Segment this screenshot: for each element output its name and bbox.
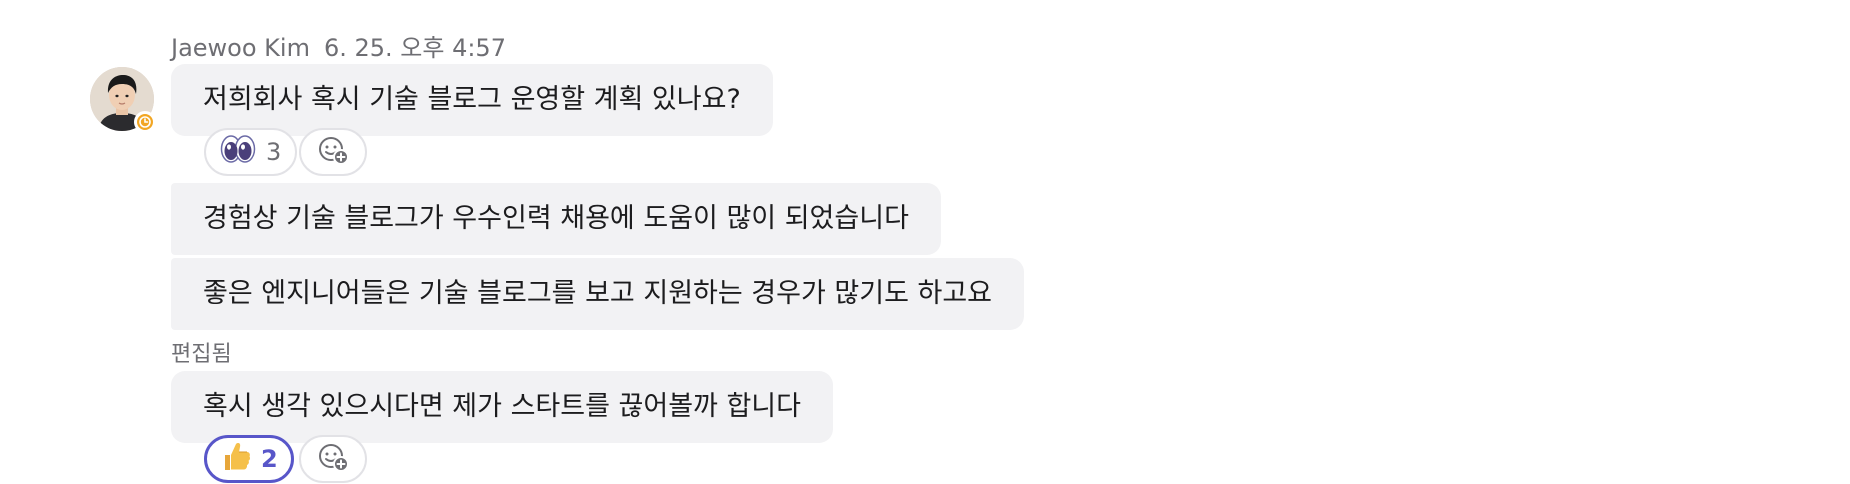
reaction-count: 3 <box>266 138 282 166</box>
add-reaction-button[interactable] <box>299 435 367 483</box>
eyes-emoji-icon <box>220 134 256 170</box>
add-emoji-icon <box>317 135 349 169</box>
chat-message-list: Jaewoo Kim 6. 25. 오후 4:57 저희회사 혹시 기술 블로그 … <box>0 0 1850 484</box>
reaction-pill-selected[interactable]: 2 <box>204 435 294 483</box>
message-bubble[interactable]: 경험상 기술 블로그가 우수인력 채용에 도움이 많이 되었습니다 <box>171 183 941 255</box>
message-text: 저희회사 혹시 기술 블로그 운영할 계획 있나요? <box>203 84 741 115</box>
message-timestamp[interactable]: 6. 25. 오후 4:57 <box>324 34 506 62</box>
message-header: Jaewoo Kim 6. 25. 오후 4:57 <box>171 28 506 63</box>
message-bubble[interactable]: 혹시 생각 있으시다면 제가 스타트를 끊어볼까 합니다 <box>171 371 833 443</box>
add-reaction-button[interactable] <box>299 128 367 176</box>
sender-name[interactable]: Jaewoo Kim <box>171 34 310 62</box>
message-text: 혹시 생각 있으시다면 제가 스타트를 끊어볼까 합니다 <box>203 391 801 422</box>
add-emoji-icon <box>317 442 349 476</box>
message-bubble[interactable]: 저희회사 혹시 기술 블로그 운영할 계획 있나요? <box>171 64 773 136</box>
reaction-count: 2 <box>261 445 278 473</box>
message-text: 좋은 엔지니어들은 기술 블로그를 보고 지원하는 경우가 많기도 하고요 <box>203 278 993 309</box>
clock-icon <box>134 111 156 133</box>
edited-label: 편집됨 <box>171 342 232 367</box>
reaction-pill[interactable]: 3 <box>204 128 297 176</box>
message-bubble[interactable]: 좋은 엔지니어들은 기술 블로그를 보고 지원하는 경우가 많기도 하고요 <box>171 258 1025 330</box>
thumbs-up-emoji-icon <box>221 440 251 478</box>
avatar[interactable] <box>90 67 156 133</box>
message-text: 경험상 기술 블로그가 우수인력 채용에 도움이 많이 되었습니다 <box>203 203 909 234</box>
